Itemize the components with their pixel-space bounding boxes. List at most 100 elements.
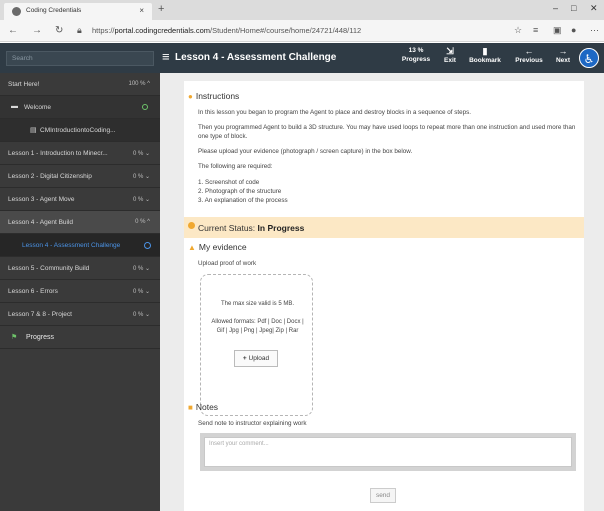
- bookmark-button[interactable]: ▮ Bookmark: [465, 46, 505, 65]
- instructions-para-3: Please upload your evidence (photograph …: [198, 148, 413, 155]
- sidebar-item-lesson-2[interactable]: Lesson 2 - Digital Citizenship 0 % ⌄: [0, 165, 160, 188]
- exit-label: Exit: [444, 57, 456, 64]
- in-progress-status-icon: [144, 242, 151, 249]
- course-sidebar: Start Here! 100 % ^ ▬ Welcome ▤ CMIntrod…: [0, 73, 160, 511]
- bookmark-icon: ▮: [482, 46, 488, 56]
- minimize-icon[interactable]: –: [553, 3, 558, 13]
- exit-icon: ⇲: [446, 46, 454, 56]
- profile-icon[interactable]: ●: [571, 25, 576, 35]
- refresh-icon[interactable]: ↻: [55, 25, 63, 36]
- sidebar-item-lesson-4[interactable]: Lesson 4 - Agent Build 0 % ^: [0, 211, 160, 234]
- sidebar-item-label: Lesson 2 - Digital Citizenship: [8, 173, 92, 180]
- instructions-para-1: In this lesson you began to program the …: [198, 109, 472, 116]
- next-label: Next: [555, 57, 571, 64]
- notes-placeholder: Insert your comment...: [209, 441, 269, 447]
- sidebar-item-percent: 0 % ⌄: [132, 174, 150, 180]
- sidebar-item-lesson-6[interactable]: Lesson 6 - Errors 0 % ⌄: [0, 280, 160, 303]
- favorite-star-icon[interactable]: ☆: [514, 25, 522, 36]
- sidebar-item-lesson-1[interactable]: Lesson 1 - Introduction to Minecr... 0 %…: [0, 142, 160, 165]
- notes-textarea[interactable]: Insert your comment...: [204, 437, 572, 467]
- sidebar-item-percent: 0 % ⌄: [132, 289, 150, 295]
- user-icon: ▲: [188, 243, 196, 252]
- status-text: Current Status: In Progress: [198, 223, 304, 233]
- status-prefix: Current Status:: [198, 223, 256, 233]
- instructions-heading: ● Instructions: [188, 91, 239, 101]
- upload-button[interactable]: + Upload: [234, 350, 278, 367]
- formats-text-1: Allowed formats: Pdf | Doc | Docx |: [211, 319, 304, 325]
- bookmark-label: Bookmark: [469, 57, 501, 64]
- page-title: Lesson 4 - Assessment Challenge: [175, 52, 337, 63]
- site-favicon-icon: [12, 7, 21, 16]
- progress-button[interactable]: 13 % Progress: [396, 46, 436, 64]
- lock-icon: 🔒︎: [77, 25, 82, 35]
- sidebar-item-progress[interactable]: ⚑ Progress: [0, 326, 160, 349]
- status-banner: Current Status: In Progress: [184, 217, 584, 238]
- sidebar-item-lesson-7-8[interactable]: Lesson 7 & 8 - Project 0 % ⌄: [0, 303, 160, 326]
- more-menu-icon[interactable]: ⋯: [590, 25, 599, 36]
- instructions-para-2: Then you programmed Agent to build a 3D …: [198, 124, 576, 140]
- sidebar-item-label: Start Here!: [8, 81, 40, 88]
- new-tab-icon[interactable]: +: [158, 3, 164, 15]
- plus-icon: +: [242, 355, 247, 362]
- sidebar-item-lesson-3[interactable]: Lesson 3 - Agent Move 0 % ⌄: [0, 188, 160, 211]
- arrow-left-icon: ←: [524, 46, 534, 56]
- sidebar-item-label: Lesson 3 - Agent Move: [8, 196, 75, 203]
- progress-percent: 13 %: [408, 47, 424, 54]
- back-arrow-icon[interactable]: ←: [8, 25, 18, 36]
- upload-button-label: Upload: [248, 355, 270, 362]
- instructions-para-4: The following are required:: [198, 163, 273, 170]
- sidebar-item-assessment-challenge[interactable]: Lesson 4 - Assessment Challenge: [0, 234, 160, 257]
- status-icon: [188, 222, 195, 229]
- accessibility-icon[interactable]: ♿︎: [579, 48, 599, 68]
- lightbulb-icon: ●: [188, 92, 193, 101]
- url-host: portal.codingcredentials.com: [114, 26, 210, 35]
- exit-button[interactable]: ⇲ Exit: [440, 46, 460, 65]
- sidebar-item-intro-doc[interactable]: ▤ CMIntroductiontoCoding...: [0, 119, 160, 142]
- sidebar-item-percent: 0 % ^: [135, 219, 150, 225]
- sidebar-item-welcome[interactable]: ▬ Welcome: [0, 96, 160, 119]
- flag-icon: ⚑: [11, 334, 18, 341]
- send-button[interactable]: send: [370, 488, 396, 503]
- sidebar-item-percent: 0 % ⌄: [132, 151, 150, 157]
- collections-icon[interactable]: ▣: [553, 25, 562, 36]
- tab-close-icon[interactable]: ×: [139, 6, 144, 15]
- requirement-item: 2. Photograph of the structure: [198, 188, 282, 195]
- url-prefix: https://: [92, 26, 115, 35]
- favorites-list-icon[interactable]: ≡: [533, 25, 538, 35]
- forward-arrow-icon[interactable]: →: [32, 25, 42, 36]
- upload-dropzone[interactable]: The max size valid is 5 MB. Allowed form…: [200, 274, 313, 416]
- sidebar-item-label: Lesson 4 - Assessment Challenge: [22, 242, 121, 249]
- sidebar-item-label: Lesson 7 & 8 - Project: [8, 311, 72, 318]
- sidebar-item-start-here[interactable]: Start Here! 100 % ^: [0, 73, 160, 96]
- document-icon: ▤: [30, 127, 37, 134]
- lesson-card: ● Instructions In this lesson you began t…: [184, 81, 584, 511]
- evidence-heading-text: My evidence: [198, 242, 247, 252]
- url-path: /Student/Home#/course/home/24721/448/112: [209, 26, 362, 35]
- tab-title: Coding Credentials: [26, 7, 82, 14]
- sidebar-item-lesson-5[interactable]: Lesson 5 - Community Build 0 % ⌄: [0, 257, 160, 280]
- address-bar: ← → ↻ 🔒︎ https://portal.codingcredential…: [0, 20, 604, 42]
- sidebar-item-percent: 0 % ⌄: [132, 197, 150, 203]
- previous-button[interactable]: ← Previous: [510, 46, 548, 65]
- previous-label: Previous: [515, 57, 543, 64]
- notes-container: Insert your comment...: [200, 433, 576, 471]
- search-placeholder: Search: [12, 55, 33, 62]
- sidebar-item-label: Lesson 1 - Introduction to Minecr...: [8, 150, 108, 157]
- next-button[interactable]: → Next: [551, 46, 575, 65]
- requirement-item: 1. Screenshot of code: [198, 179, 260, 186]
- browser-tab[interactable]: Coding Credentials ×: [4, 3, 152, 20]
- search-input[interactable]: Search: [6, 51, 154, 66]
- sidebar-item-label: Welcome: [24, 104, 51, 111]
- progress-label: Progress: [401, 56, 431, 63]
- url-field[interactable]: https://portal.codingcredentials.com/Stu…: [92, 26, 361, 35]
- close-window-icon[interactable]: ✕: [590, 3, 598, 14]
- sidebar-item-label: CMIntroductiontoCoding...: [40, 127, 116, 134]
- hamburger-menu-icon[interactable]: ≡: [162, 49, 170, 64]
- evidence-heading: ▲ My evidence: [188, 242, 247, 252]
- maximize-icon[interactable]: □: [571, 3, 576, 13]
- video-icon: ▬: [11, 103, 18, 110]
- formats-text-2: Gif | Jpg | Png | Jpeg| Zip | Rar: [216, 328, 299, 334]
- sidebar-item-label: Progress: [26, 334, 55, 341]
- sidebar-item-percent: 0 % ⌄: [132, 312, 150, 318]
- note-icon: ■: [188, 403, 193, 412]
